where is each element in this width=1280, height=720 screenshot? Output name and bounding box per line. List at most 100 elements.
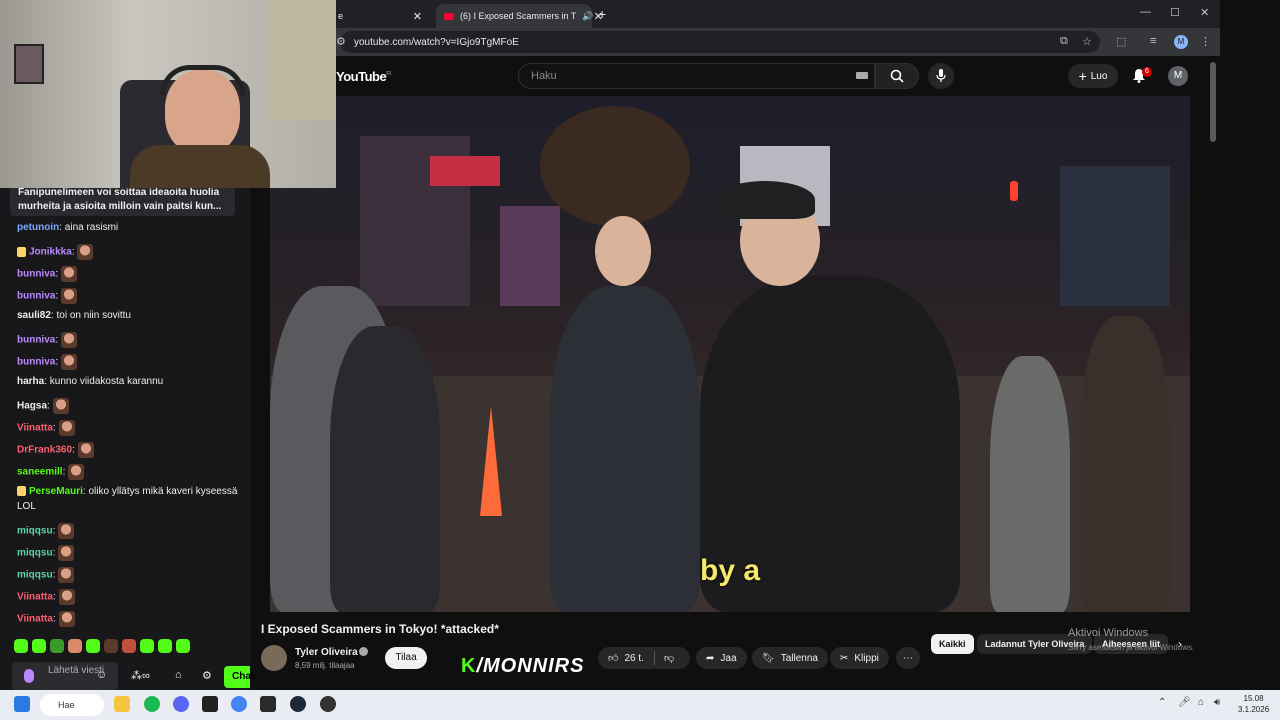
cast-icon[interactable]: ⧉ [1060,35,1068,48]
tab-previous[interactable]: e ✕ [330,4,430,28]
maximize-icon[interactable]: ☐ [1170,6,1180,19]
app-icon[interactable] [260,696,276,712]
chat-emote-icon [58,589,75,605]
chat-username[interactable]: harha [17,376,44,387]
chat-username[interactable]: miqqsu [17,526,53,537]
browser-menu-icon[interactable]: ⋮ [1200,35,1211,48]
close-icon[interactable]: ✕ [413,10,422,23]
settings-gear-icon[interactable]: ⚙ [202,669,212,682]
chat-username[interactable]: petunoin [17,222,59,233]
create-button[interactable]: + Luo [1068,64,1118,88]
video-player[interactable]: by a [270,96,1190,612]
windows-taskbar [0,690,1280,720]
chat-username[interactable]: Viinatta [17,423,53,434]
chat-message: bunniva: [17,266,77,282]
spotify-icon[interactable] [144,696,160,712]
chat-separator: : [52,591,59,603]
emote-icon[interactable] [86,639,100,653]
tab-label: (6) I Exposed Scammers in T [460,11,577,21]
channel-avatar[interactable] [261,645,287,671]
tab-youtube-video[interactable]: (6) I Exposed Scammers in T 🔊 ✕ [436,4,603,28]
chat-username[interactable]: DrFrank360 [17,445,72,456]
minimize-icon[interactable]: — [1140,6,1151,18]
chat-username[interactable]: bunniva [17,357,55,368]
chat-username[interactable]: Hagsa [17,401,47,412]
chat-tools-icon[interactable]: ⁂∞ [131,669,150,682]
tray-mic-icon[interactable]: 🎤︎ [1178,697,1191,708]
emote-icon[interactable] [122,639,136,653]
emote-icon[interactable] [14,639,28,653]
save-label: Tallenna [780,652,818,664]
video-subtitle: by a [700,554,761,587]
emote-icon[interactable] [104,639,118,653]
obs-icon[interactable] [320,696,336,712]
emoji-icon[interactable]: ☺ [96,669,107,681]
chat-username[interactable]: Jonikkka [29,247,72,258]
site-info-icon[interactable]: ⚙ [336,35,346,48]
media-control-icon[interactable]: ≡ [1150,35,1156,47]
channel-name[interactable]: Tyler Oliveira [295,647,358,658]
bookmark-star-icon[interactable]: ☆ [1082,35,1092,48]
extensions-icon[interactable]: ⬚ [1116,35,1126,48]
taskbar-search[interactable]: Hae [40,694,104,716]
video-traffic-light [1010,181,1018,201]
url-field[interactable]: youtube.com/watch?v=IGjo9TgMFoE [340,31,1100,53]
chat-send-button[interactable]: Chat [224,666,254,688]
subscribe-button[interactable]: Tilaa [385,647,427,669]
emote-icon[interactable] [68,639,82,653]
search-button[interactable] [875,63,919,89]
clip-button[interactable]: ✂ Klippi [830,647,889,669]
chip-all[interactable]: Kaikki [931,634,974,654]
emote-icon[interactable] [176,639,190,653]
chat-message: Viinatta: [17,611,75,627]
chat-username[interactable]: Viinatta [17,592,53,603]
chrome-icon[interactable] [231,696,247,712]
emote-icon[interactable] [32,639,46,653]
chat-username[interactable]: sauli82 [17,310,51,321]
discord-icon[interactable] [173,696,189,712]
like-count[interactable]: 26 t. [624,653,643,664]
chat-username[interactable]: bunniva [17,335,55,346]
search-icon [890,69,904,83]
thumbs-down-icon[interactable]: 👎︎ [664,652,674,664]
taskbar-clock[interactable]: 15.08 3.1.2026 [1238,693,1269,715]
chat-username[interactable]: saneemill [17,467,63,478]
store-icon[interactable]: ⌂ [175,669,182,681]
account-avatar[interactable]: M [1168,66,1188,86]
new-tab-button[interactable]: + [598,6,606,22]
tray-volume-icon[interactable]: 🔊︎ [1214,697,1220,708]
chat-username[interactable]: bunniva [17,269,55,280]
search-input[interactable]: Haku [518,63,875,89]
more-actions-button[interactable]: ⋯ [896,647,920,669]
save-button[interactable]: 🔖︎ Tallenna [752,647,828,669]
tray-network-icon[interactable]: ⌂ [1198,697,1204,708]
windows-start-icon[interactable] [14,696,30,712]
emote-icon[interactable] [158,639,172,653]
voice-search-button[interactable] [928,63,954,89]
url-text: youtube.com/watch?v=IGjo9TgMFoE [354,36,519,48]
share-button[interactable]: ➦ Jaa [696,647,747,669]
speaker-icon[interactable]: 🔊 [582,11,593,22]
keyboard-icon[interactable] [856,72,868,79]
chat-emote-icon [58,420,75,436]
emote-icon[interactable] [140,639,154,653]
chat-username[interactable]: bunniva [17,291,55,302]
browser-profile-avatar[interactable]: M [1174,35,1188,49]
close-window-icon[interactable]: ✕ [1200,6,1209,19]
chat-separator: : [52,613,59,625]
chat-username[interactable]: PerseMauri [29,486,83,497]
microphone-icon[interactable] [24,669,34,683]
x-app-icon[interactable] [202,696,218,712]
youtube-logo[interactable]: YouTubeFI [336,69,391,84]
page-scrollbar[interactable] [1210,62,1216,142]
steam-icon[interactable] [290,696,306,712]
emote-icon[interactable] [50,639,64,653]
share-icon: ➦ [706,652,715,664]
tray-chevron-up-icon[interactable]: ⌃ [1158,697,1166,708]
chat-username[interactable]: miqqsu [17,570,53,581]
chat-message: miqqsu: [17,545,75,561]
thumbs-up-icon[interactable]: 👍︎ [608,652,618,664]
chat-username[interactable]: Viinatta [17,614,53,625]
chat-username[interactable]: miqqsu [17,548,53,559]
file-explorer-icon[interactable] [114,696,130,712]
